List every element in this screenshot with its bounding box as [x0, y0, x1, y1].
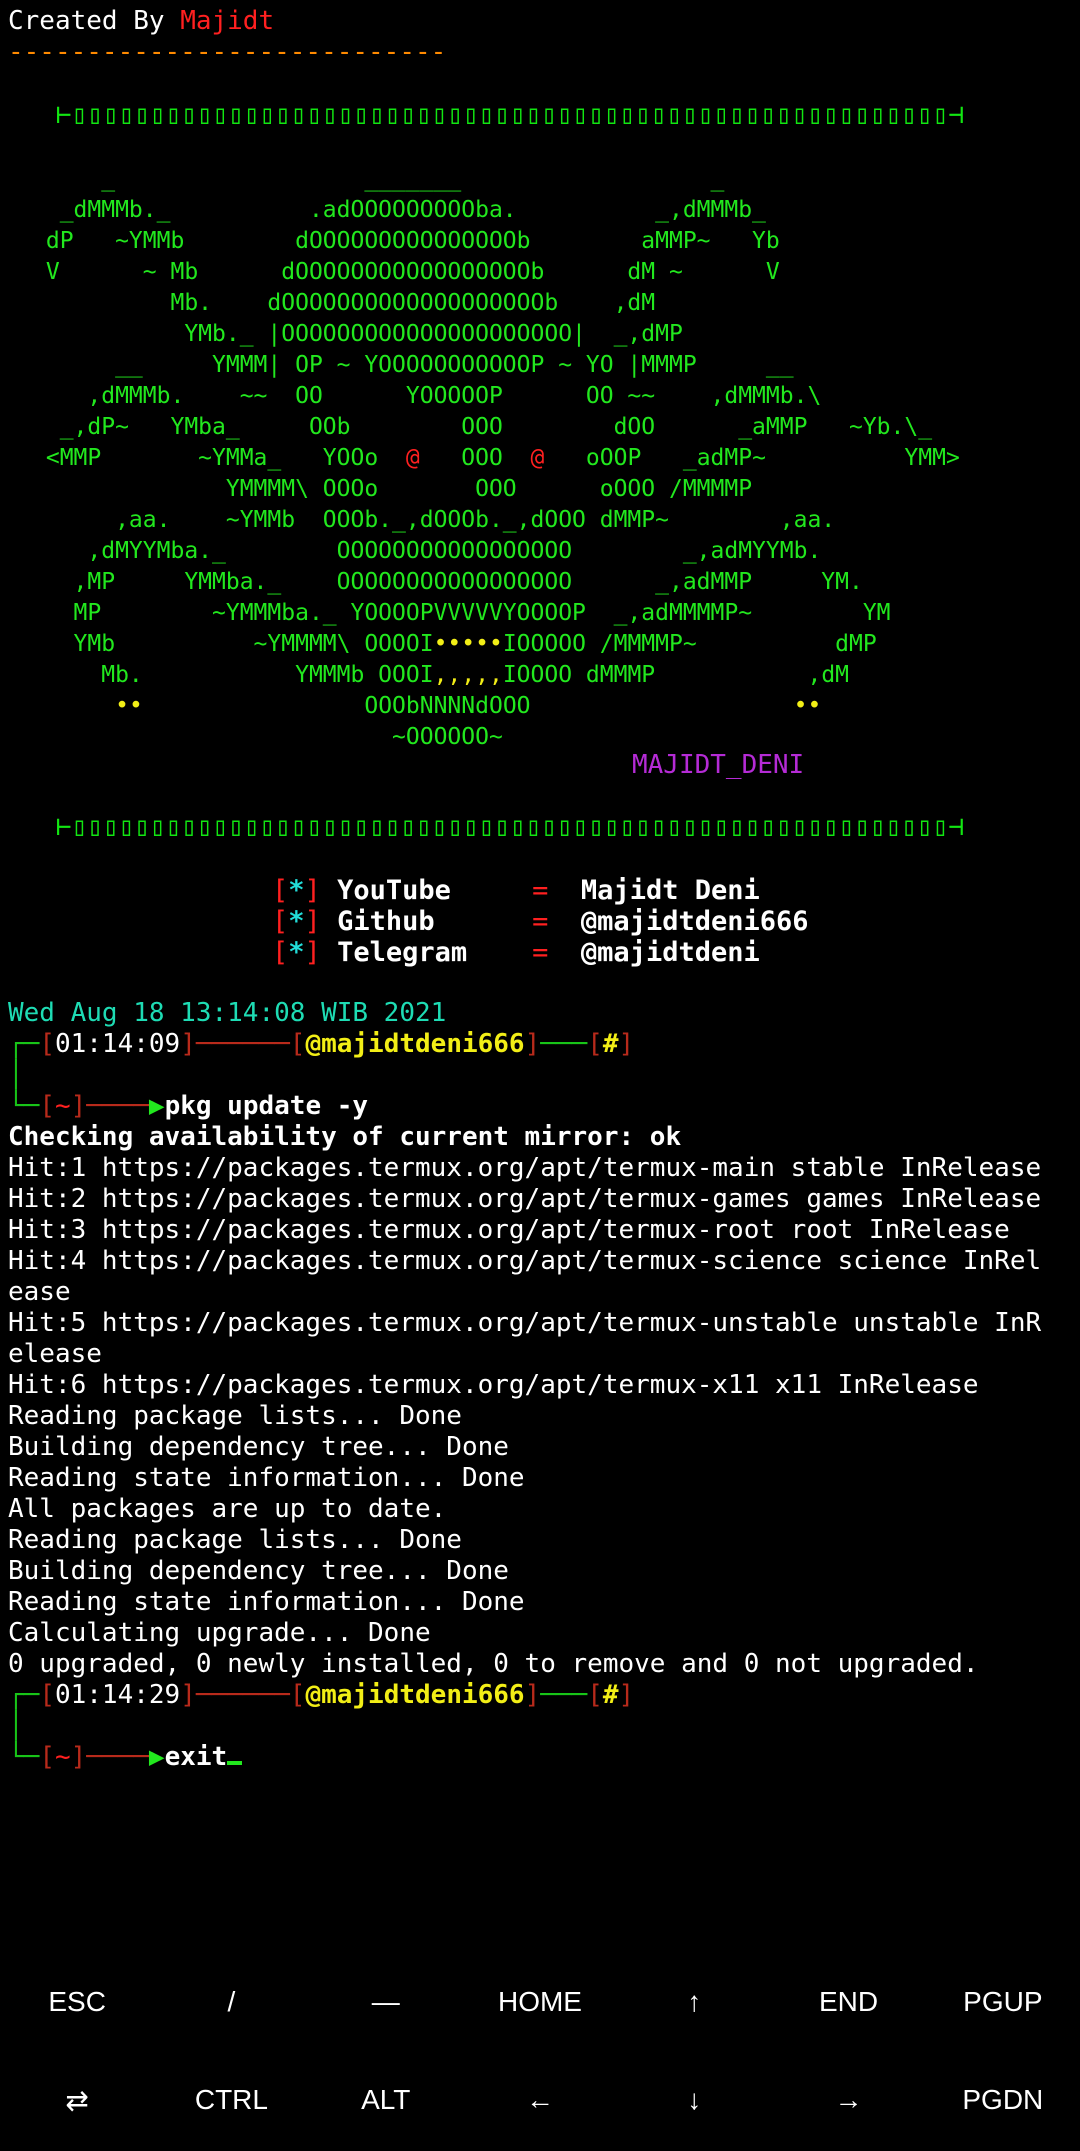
art-line: Mb. YMMMb OOOI,,,,,IOOOO dMMMP ,dM — [32, 662, 850, 688]
art-line: _ _______ _ — [32, 166, 725, 192]
banner-signature: MAJIDT_DENI — [632, 750, 805, 780]
art-line: _dMMMb._ .adOOOOOOOOOba. _,dMMMb_ — [32, 197, 766, 223]
art-line: ,aa. ~YMMb OOOb._,dOOOb._,dOOO dMMP~ ,aa… — [32, 507, 836, 533]
output-line: Hit:4 https://packages.termux.org/apt/te… — [8, 1246, 1042, 1276]
output-line: Hit:3 https://packages.termux.org/apt/te… — [8, 1215, 1010, 1245]
date-line: Wed Aug 18 13:14:08 WIB 2021 — [8, 998, 447, 1028]
art-line: ,dMYYMba._ OOOOOOOOOOOOOOOOO _,adMYYMb. — [32, 538, 822, 564]
art-line: Mb. dOOOOOOOOOOOOOOOOOOOb ,dM — [32, 290, 656, 316]
output-line: Building dependency tree... Done — [8, 1432, 509, 1462]
prompt-pipe: │ — [8, 1060, 24, 1090]
art-line: ~OOOOOO~ — [32, 724, 503, 750]
art-line: <MMP ~YMMa_ YOOo @ OOO @ oOOP _adMP~ YMM… — [32, 445, 960, 471]
output-line: Hit:5 https://packages.termux.org/apt/te… — [8, 1308, 1042, 1338]
header-dashes: ---------------------------- — [8, 37, 447, 67]
header-credit: Created By Majidt — [8, 6, 274, 37]
command-text: pkg update -y — [164, 1091, 369, 1121]
prompt-header: ┌─[01:14:29]──────[@majidtdeni666]───[#] — [8, 1680, 635, 1710]
arrow-right-key[interactable]: → — [771, 2052, 925, 2148]
text-cursor — [227, 1761, 243, 1765]
tab-key[interactable]: ⇄ — [0, 2052, 154, 2148]
prompt-command-line[interactable]: └─[~]────▶exit — [8, 1742, 243, 1773]
art-line: YMb ~YMMMM\ OOOOI•••••IOOOOO /MMMMP~ dMP — [32, 631, 877, 657]
banner-separator-bottom: ⊢▯▯▯▯▯▯▯▯▯▯▯▯▯▯▯▯▯▯▯▯▯▯▯▯▯▯▯▯▯▯▯▯▯▯▯▯▯▯▯… — [56, 812, 964, 842]
terminal-screen[interactable]: Created By Majidt ----------------------… — [8, 0, 1074, 1930]
author-name: Majidt — [180, 6, 275, 36]
prompt-pipe: │ — [8, 1711, 24, 1741]
art-line: dP ~YMMb dOOOOOOOOOOOOOOOb aMMP~ Yb — [32, 228, 780, 254]
art-line: V ~ Mb dOOOOOOOOOOOOOOOOOb dM ~ V — [32, 259, 780, 285]
social-link-telegram: [*] Telegram = @majidtdeni — [272, 937, 760, 968]
art-line: __ YMMM| OP ~ YOOOOOOOOOOOP ~ YO |MMMP _… — [32, 352, 794, 378]
ascii-art: _ _______ _ _dMMMb._ .adOOOOOOOOOba. _,d… — [32, 164, 960, 753]
output-line: Reading package lists... Done — [8, 1525, 462, 1555]
output-line: Checking availability of current mirror:… — [8, 1122, 682, 1152]
output-line: Building dependency tree... Done — [8, 1556, 509, 1586]
dash-key[interactable]: — — [309, 1954, 463, 2050]
art-line: YMb._ |OOOOOOOOOOOOOOOOOOOOO| _,dMP — [32, 321, 683, 347]
arrow-down-key[interactable]: ↓ — [617, 2052, 771, 2148]
alt-key[interactable]: ALT — [309, 2052, 463, 2148]
output-line: All packages are up to date. — [8, 1494, 447, 1524]
command-text: exit — [164, 1742, 228, 1772]
art-line: YMMMM\ OOOo OOO oOOO /MMMMP — [32, 476, 753, 502]
home-key[interactable]: HOME — [463, 1954, 617, 2050]
output-line: Hit:6 https://packages.termux.org/apt/te… — [8, 1370, 979, 1400]
output-line: Reading state information... Done — [8, 1463, 525, 1493]
output-line: Reading state information... Done — [8, 1587, 525, 1617]
output-line: Calculating upgrade... Done — [8, 1618, 431, 1648]
end-key[interactable]: END — [771, 1954, 925, 2050]
output-line: Reading package lists... Done — [8, 1401, 462, 1431]
prompt-header: ┌─[01:14:09]──────[@majidtdeni666]───[#] — [8, 1029, 635, 1059]
social-link-github: [*] Github = @majidtdeni666 — [272, 906, 809, 937]
ctrl-key[interactable]: CTRL — [154, 2052, 308, 2148]
art-line: ,dMMMb. ~~ OO YOOOOOP OO ~~ ,dMMMb.\ — [32, 383, 822, 409]
created-by-text: Created By — [8, 6, 181, 36]
social-link-youtube: [*] YouTube = Majidt Deni — [272, 875, 760, 906]
pgdn-key[interactable]: PGDN — [926, 2052, 1080, 2148]
output-line: elease — [8, 1339, 102, 1369]
extra-keys-row-2: ⇄ CTRL ALT ← ↓ → PGDN — [0, 2052, 1080, 2148]
art-line: MP ~YMMMba._ YOOOOPVVVVVYOOOOP _,adMMMMP… — [32, 600, 891, 626]
art-line: _,dP~ YMba_ OOb OOO dOO _aMMP ~Yb.\_ — [32, 414, 933, 440]
arrow-up-key[interactable]: ↑ — [617, 1954, 771, 2050]
prompt-command-line: └─[~]────▶pkg update -y — [8, 1091, 369, 1121]
output-line: Hit:2 https://packages.termux.org/apt/te… — [8, 1184, 1042, 1214]
output-line: 0 upgraded, 0 newly installed, 0 to remo… — [8, 1649, 979, 1679]
output-line: Hit:1 https://packages.termux.org/apt/te… — [8, 1153, 1042, 1183]
esc-key[interactable]: ESC — [0, 1954, 154, 2050]
banner-separator-top: ⊢▯▯▯▯▯▯▯▯▯▯▯▯▯▯▯▯▯▯▯▯▯▯▯▯▯▯▯▯▯▯▯▯▯▯▯▯▯▯▯… — [56, 100, 964, 130]
pgup-key[interactable]: PGUP — [926, 1954, 1080, 2050]
output-line: ease — [8, 1277, 71, 1307]
extra-keys-row-1: ESC / — HOME ↑ END PGUP — [0, 1954, 1080, 2050]
arrow-left-key[interactable]: ← — [463, 2052, 617, 2148]
art-line: ,MP YMMba._ OOOOOOOOOOOOOOOOO _,adMMP YM… — [32, 569, 863, 595]
slash-key[interactable]: / — [154, 1954, 308, 2050]
art-line: •• OOObNNNNdOOO •• — [115, 693, 822, 719]
